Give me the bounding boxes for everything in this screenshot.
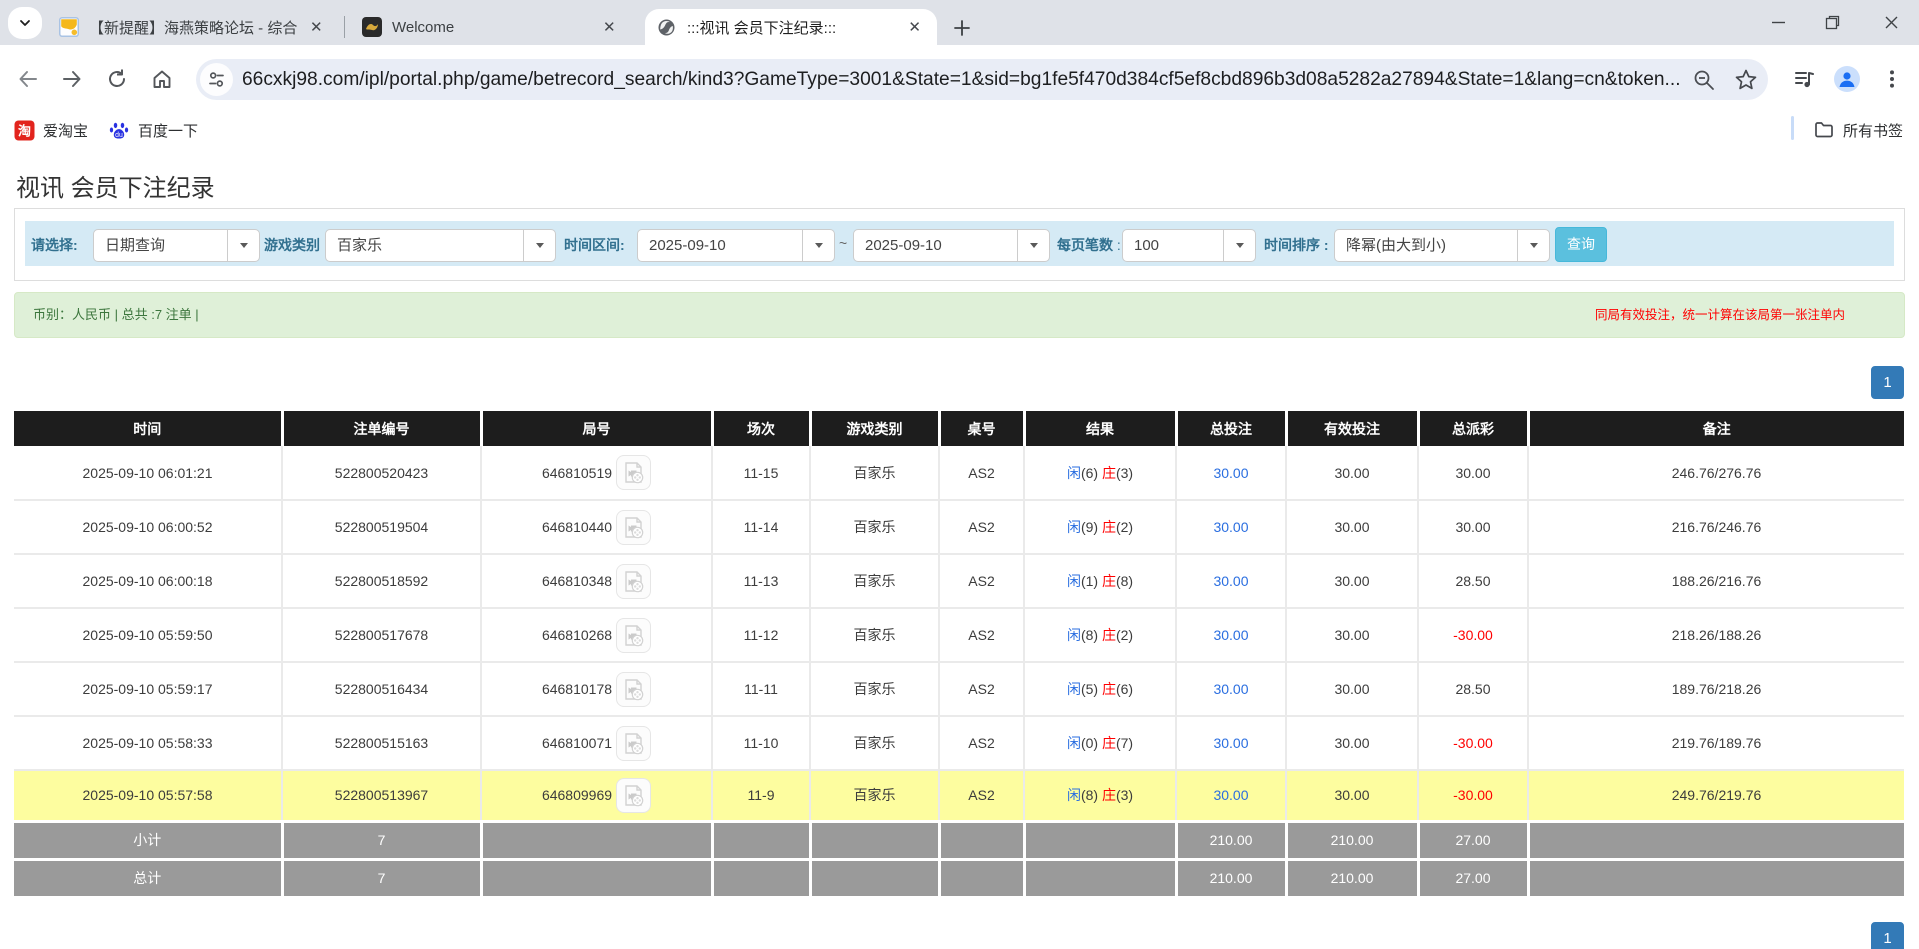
svg-text:du: du <box>115 132 123 139</box>
svg-text:淘: 淘 <box>18 123 31 138</box>
